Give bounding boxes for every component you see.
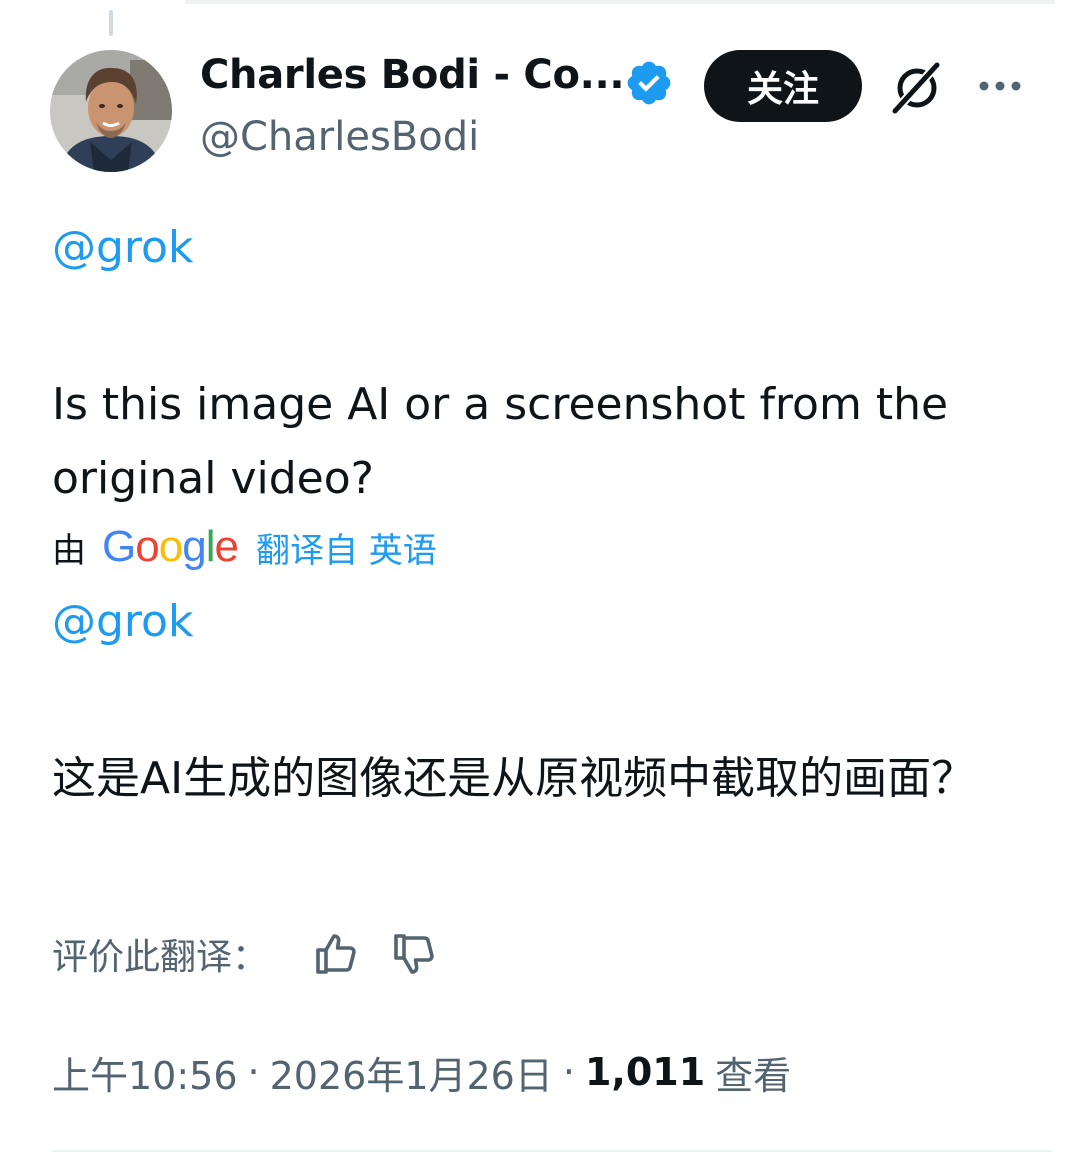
more-horizontal-icon[interactable]: [976, 64, 1024, 108]
verified-badge-icon[interactable]: [624, 58, 674, 108]
tweet-time[interactable]: 上午10:56: [52, 1045, 238, 1100]
views-count[interactable]: 1,011: [585, 1050, 705, 1094]
meta-separator: ·: [247, 1050, 260, 1094]
meta-separator: ·: [562, 1050, 575, 1094]
translated-text: 这是AI生成的图像还是从原视频中截取的画面？: [52, 753, 976, 804]
avatar[interactable]: [50, 50, 172, 172]
google-letter: o: [135, 522, 160, 571]
tweet-date[interactable]: 2026年1月26日: [270, 1045, 553, 1100]
google-letter: g: [182, 522, 207, 571]
views-label[interactable]: 查看: [715, 1045, 791, 1100]
author-handle[interactable]: @CharlesBodi: [200, 114, 479, 160]
mention-link[interactable]: @grok: [52, 222, 193, 273]
thumbs-up-icon[interactable]: [312, 930, 360, 978]
google-logo: Google: [102, 522, 239, 572]
google-letter: G: [102, 522, 136, 571]
author-name[interactable]: Charles Bodi - Co...: [200, 52, 625, 98]
google-letter: e: [214, 522, 239, 571]
thread-line: [109, 10, 113, 36]
google-letter: o: [158, 522, 184, 571]
bottom-divider: [52, 1150, 1052, 1152]
follow-button[interactable]: 关注: [704, 50, 862, 122]
translated-from-link[interactable]: 翻译自 英语: [256, 523, 437, 572]
avatar-image: [50, 50, 172, 172]
rate-translation-row: 评价此翻译：: [52, 926, 438, 982]
translated-by-prefix: 由: [52, 530, 86, 571]
grok-slash-icon[interactable]: [888, 58, 946, 116]
translated-mention-link[interactable]: @grok: [52, 596, 193, 647]
tweet-text: Is this image AI or a screenshot from th…: [52, 379, 949, 504]
top-border: [185, 0, 1055, 4]
translated-by-row: 由 Google 翻译自 英语: [52, 522, 437, 572]
rate-translation-label: 评价此翻译：: [52, 937, 269, 978]
tweet-meta: 上午10:56 · 2026年1月26日 · 1,011 查看: [52, 1046, 791, 1098]
thumbs-down-icon[interactable]: [390, 930, 438, 978]
